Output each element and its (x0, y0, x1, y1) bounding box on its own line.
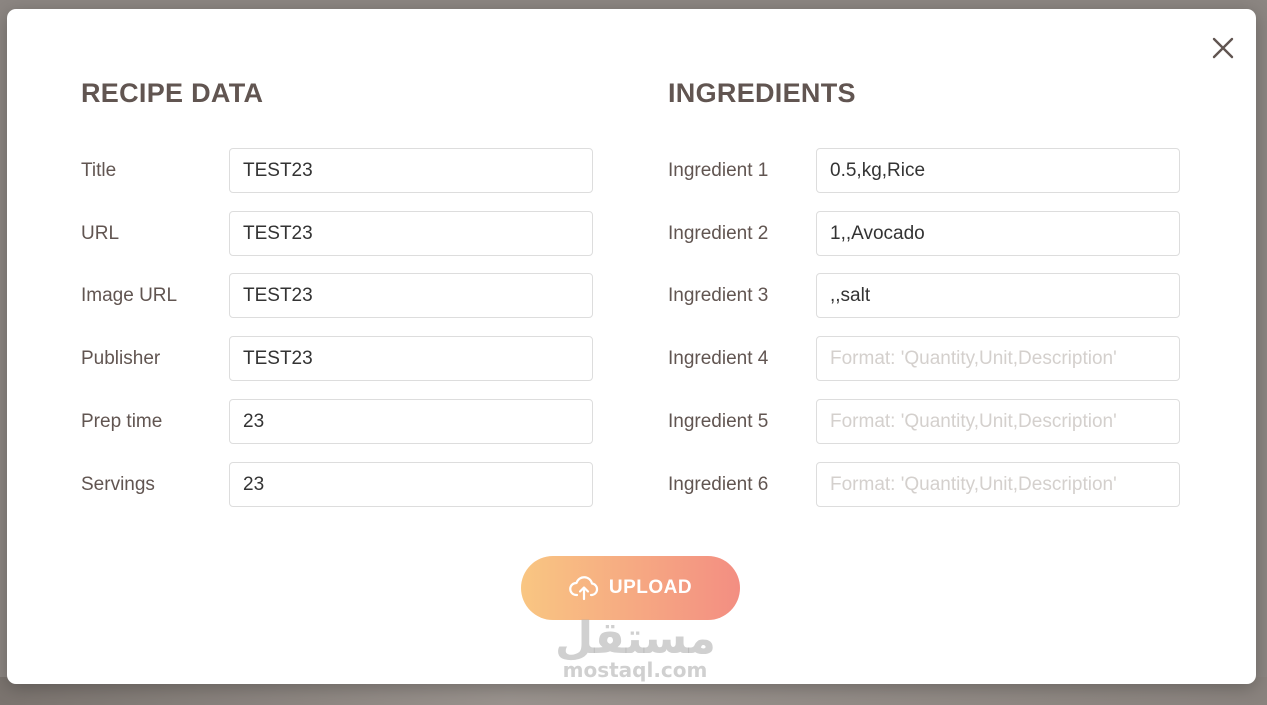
ingredient-2-input[interactable] (816, 211, 1180, 256)
servings-input[interactable] (229, 462, 593, 507)
watermark: مستقل mostaql.com (555, 613, 716, 682)
image-url-input[interactable] (229, 273, 593, 318)
title-input[interactable] (229, 148, 593, 193)
prep-time-label: Prep time (81, 411, 163, 432)
field-row-ingredient-1: Ingredient 1 (668, 148, 1188, 193)
publisher-label: Publisher (81, 348, 161, 369)
watermark-arabic-text: مستقل (555, 613, 716, 664)
ingredient-4-input[interactable] (816, 336, 1180, 381)
ingredient-4-label: Ingredient 4 (668, 348, 769, 369)
upload-recipe-modal: RECIPE DATA Title URL Image URL Publishe… (7, 9, 1256, 684)
recipe-data-heading: RECIPE DATA (81, 78, 264, 108)
field-row-ingredient-2: Ingredient 2 (668, 211, 1188, 256)
ingredient-6-input[interactable] (816, 462, 1180, 507)
field-row-publisher: Publisher (81, 336, 601, 381)
title-label: Title (81, 160, 117, 181)
field-row-prep-time: Prep time (81, 399, 601, 444)
ingredients-heading: INGREDIENTS (668, 78, 856, 108)
field-row-ingredient-3: Ingredient 3 (668, 273, 1188, 318)
ingredient-5-label: Ingredient 5 (668, 411, 769, 432)
ingredient-2-label: Ingredient 2 (668, 223, 769, 244)
close-icon (1212, 37, 1234, 59)
field-row-url: URL (81, 211, 601, 256)
field-row-ingredient-4: Ingredient 4 (668, 336, 1188, 381)
ingredient-1-input[interactable] (816, 148, 1180, 193)
ingredient-6-label: Ingredient 6 (668, 474, 769, 495)
url-label: URL (81, 223, 120, 244)
field-row-title: Title (81, 148, 601, 193)
close-button[interactable] (1208, 33, 1238, 63)
field-row-servings: Servings (81, 462, 601, 507)
ingredient-3-input[interactable] (816, 273, 1180, 318)
image-url-label: Image URL (81, 285, 178, 306)
ingredient-1-label: Ingredient 1 (668, 160, 769, 181)
url-input[interactable] (229, 211, 593, 256)
servings-label: Servings (81, 474, 155, 495)
ingredient-5-input[interactable] (816, 399, 1180, 444)
upload-button[interactable]: UPLOAD (521, 556, 740, 620)
cloud-upload-icon (569, 576, 598, 601)
field-row-ingredient-6: Ingredient 6 (668, 462, 1188, 507)
field-row-ingredient-5: Ingredient 5 (668, 399, 1188, 444)
upload-label: UPLOAD (608, 577, 693, 598)
field-row-image-url: Image URL (81, 273, 601, 318)
publisher-input[interactable] (229, 336, 593, 381)
prep-time-input[interactable] (229, 399, 593, 444)
ingredient-3-label: Ingredient 3 (668, 285, 769, 306)
watermark-latin-text: mostaql.com (562, 658, 708, 682)
